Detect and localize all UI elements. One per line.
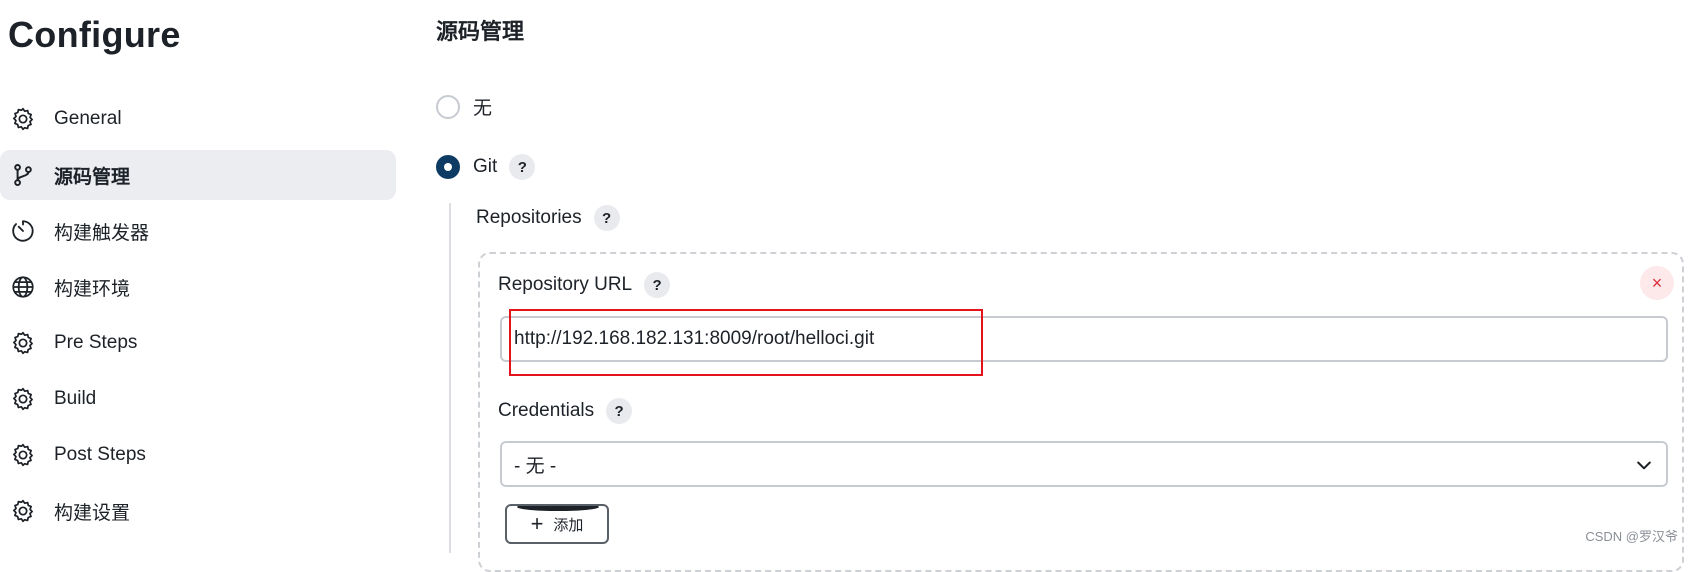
chevron-down-icon <box>1637 461 1651 470</box>
gear-icon <box>10 498 36 524</box>
help-icon[interactable]: ? <box>509 154 536 180</box>
sidebar: Configure General 源码管理 构建触发器 构建环境 Pre St… <box>0 0 400 553</box>
credentials-selected-value: - 无 - <box>514 455 557 477</box>
section-title: 源码管理 <box>436 19 525 44</box>
gear-icon <box>10 106 36 132</box>
sidebar-item-build-environment[interactable]: 构建环境 <box>0 262 396 312</box>
repository-panel <box>478 252 1684 572</box>
plus-icon: + <box>530 511 544 536</box>
scm-option-git[interactable]: Git ? <box>436 154 536 180</box>
sidebar-item-post-steps[interactable]: Post Steps <box>0 430 396 480</box>
sidebar-nav: General 源码管理 构建触发器 构建环境 Pre Steps Build … <box>0 94 396 542</box>
sidebar-item-label: Post Steps <box>54 444 146 465</box>
scm-option-none[interactable]: 无 <box>436 93 492 120</box>
section-divider <box>449 203 451 553</box>
watermark: CSDN @罗汉爷 <box>1585 529 1678 544</box>
sidebar-item-label: 源码管理 <box>54 166 131 188</box>
radio-dot <box>444 163 452 171</box>
sidebar-item-label: Pre Steps <box>54 332 138 353</box>
gear-icon <box>10 386 36 412</box>
sidebar-item-label: Build <box>54 388 97 409</box>
help-icon[interactable]: ? <box>644 272 671 298</box>
globe-icon <box>10 274 36 300</box>
sidebar-item-label: 构建环境 <box>54 278 131 300</box>
gear-icon <box>10 330 36 356</box>
sidebar-item-build[interactable]: Build <box>0 374 396 424</box>
repository-url-input[interactable] <box>500 316 1668 362</box>
sidebar-item-build-triggers[interactable]: 构建触发器 <box>0 206 396 256</box>
delete-repository-button[interactable]: × <box>1640 266 1674 300</box>
sidebar-item-pre-steps[interactable]: Pre Steps <box>0 318 396 368</box>
credentials-label: Credentials ? <box>498 398 633 424</box>
sidebar-item-scm[interactable]: 源码管理 <box>0 150 396 200</box>
repo-url-label: Repository URL ? <box>498 272 671 298</box>
radio-label: 无 <box>473 98 493 119</box>
sidebar-item-build-settings[interactable]: 构建设置 <box>0 486 396 536</box>
credentials-select[interactable]: - 无 - <box>500 441 1668 487</box>
sidebar-item-label: 构建触发器 <box>54 222 150 244</box>
timer-icon <box>10 218 36 244</box>
radio-label: Git <box>473 156 498 177</box>
repositories-label-text: Repositories <box>476 207 582 228</box>
page-title: Configure <box>8 14 181 55</box>
close-icon: × <box>1651 272 1663 293</box>
button-top-edge <box>517 506 599 511</box>
radio-git[interactable] <box>436 155 460 179</box>
repo-url-label-text: Repository URL <box>498 274 633 295</box>
help-icon[interactable]: ? <box>606 398 633 424</box>
sidebar-item-label: General <box>54 108 122 129</box>
repositories-label: Repositories ? <box>476 205 620 231</box>
sidebar-item-general[interactable]: General <box>0 94 396 144</box>
sidebar-item-label: 构建设置 <box>54 502 131 524</box>
radio-none[interactable] <box>436 94 460 119</box>
git-branch-icon <box>10 162 36 188</box>
add-button-label: 添加 <box>553 516 584 534</box>
add-credentials-button[interactable]: + 添加 <box>505 504 609 544</box>
gear-icon <box>10 442 36 468</box>
help-icon[interactable]: ? <box>593 205 620 231</box>
credentials-label-text: Credentials <box>498 400 595 421</box>
